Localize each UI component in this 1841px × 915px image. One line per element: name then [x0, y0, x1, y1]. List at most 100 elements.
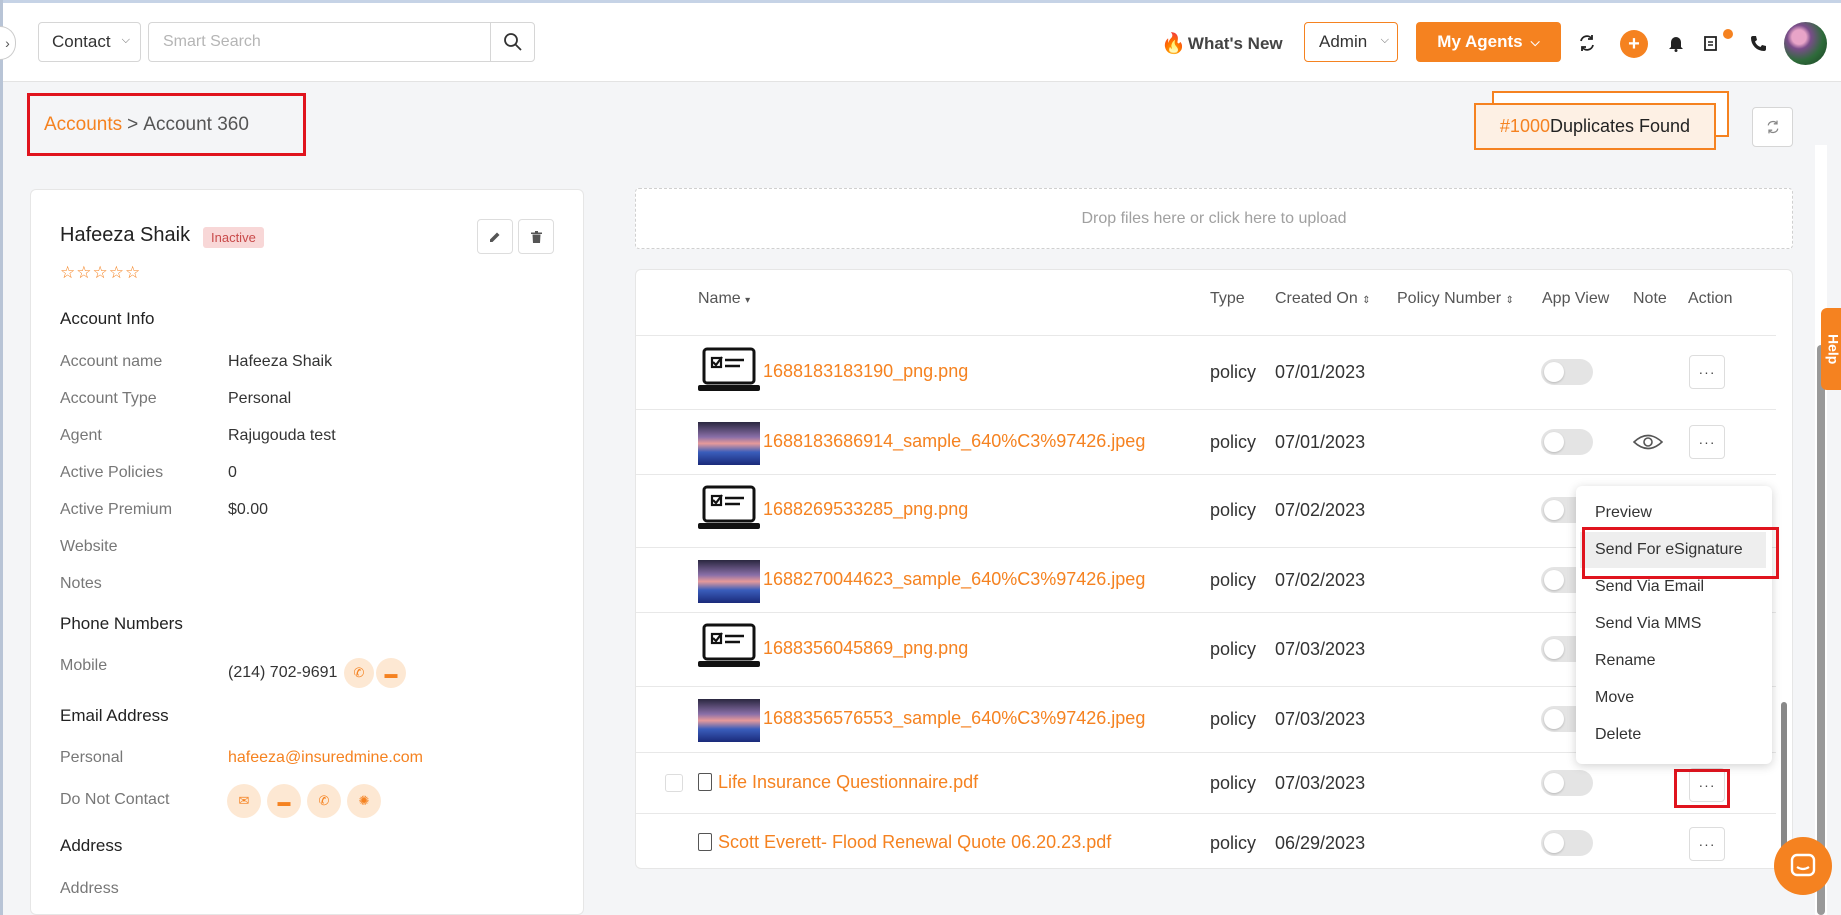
value-mobile: (214) 702-9691: [228, 664, 338, 681]
rating-stars[interactable]: ☆☆☆☆☆: [60, 263, 141, 283]
sort-icon: ⇕: [1362, 295, 1371, 306]
breadcrumb-separator: >: [127, 113, 139, 135]
file-name-link[interactable]: 1688269533285_png.png: [763, 499, 968, 520]
note-eye-icon[interactable]: [1632, 433, 1664, 456]
duplicates-count: #1000: [1499, 116, 1550, 136]
section-account-info: Account Info: [60, 309, 155, 328]
chevron-down-icon: ⌵: [1530, 34, 1540, 49]
sort-down-icon: ▾: [745, 295, 751, 306]
chat-launcher-button[interactable]: [1774, 837, 1832, 895]
chevron-down-icon: ⌵: [121, 34, 130, 46]
file-created-date: 07/01/2023: [1275, 432, 1366, 452]
col-header-policy-number[interactable]: Policy Number ⇕: [1397, 290, 1514, 308]
edit-button[interactable]: [477, 219, 513, 254]
image-thumbnail: [698, 422, 760, 465]
file-created-date: 06/29/2023: [1275, 833, 1366, 853]
pdf-file-icon: [698, 833, 712, 851]
value-active-premium: $0.00: [228, 501, 269, 518]
file-type: policy: [1210, 432, 1257, 452]
smart-search-input[interactable]: [148, 22, 491, 62]
page-scrollbar-thumb[interactable]: [1817, 345, 1825, 915]
app-view-toggle[interactable]: [1541, 770, 1593, 796]
menu-item-preview[interactable]: Preview: [1595, 504, 1652, 522]
menu-item-move[interactable]: Move: [1595, 689, 1634, 707]
row-select-checkbox[interactable]: [665, 774, 683, 792]
file-name-link[interactable]: 1688270044623_sample_640%C3%97426.jpeg: [763, 569, 1145, 590]
file-type: policy: [1210, 570, 1257, 590]
pdf-file-icon: [698, 773, 712, 791]
user-avatar[interactable]: [1784, 22, 1827, 65]
contact-type-select[interactable]: Contact ⌵: [38, 22, 141, 62]
file-name-link[interactable]: 1688356576553_sample_640%C3%97426.jpeg: [763, 708, 1145, 729]
app-view-toggle[interactable]: [1541, 830, 1593, 856]
sync-icon[interactable]: [1575, 31, 1599, 55]
duplicates-label: Duplicates Found: [1549, 116, 1691, 136]
value-agent: Rajugouda test: [228, 427, 336, 444]
label-website: Website: [60, 538, 118, 555]
trash-icon: [530, 230, 542, 243]
help-tab-label: Help: [1825, 333, 1841, 365]
laptop-thumbnail-icon: [698, 485, 760, 533]
notification-dot: [1723, 29, 1733, 39]
dnc-email-icon[interactable]: ✉: [227, 784, 261, 818]
file-type: policy: [1210, 362, 1257, 382]
file-name-link[interactable]: 1688356045869_png.png: [763, 638, 968, 659]
menu-item-send-mms[interactable]: Send Via MMS: [1595, 615, 1701, 633]
col-header-note: Note: [1633, 290, 1667, 307]
file-name-link[interactable]: Life Insurance Questionnaire.pdf: [718, 772, 978, 793]
duplicates-found-button[interactable]: #1000 Duplicates Found: [1474, 103, 1716, 150]
value-active-policies: 0: [228, 464, 237, 481]
whats-new-link[interactable]: 🔥 What's New: [1161, 31, 1283, 56]
file-created-date: 07/01/2023: [1275, 362, 1366, 382]
flame-icon: 🔥: [1161, 33, 1186, 55]
file-created-date: 07/02/2023: [1275, 500, 1366, 520]
help-tab[interactable]: Help: [1821, 308, 1841, 390]
dnc-all-icon[interactable]: ✺: [347, 784, 381, 818]
sms-mobile-icon[interactable]: ▬: [376, 658, 406, 688]
row-action-menu-button[interactable]: ···: [1689, 355, 1725, 389]
add-plus-icon[interactable]: +: [1620, 30, 1648, 58]
image-thumbnail: [698, 699, 760, 742]
col-header-type: Type: [1210, 290, 1245, 307]
account-info-panel: Hafeeza Shaik Inactive ☆☆☆☆☆ Account Inf…: [30, 189, 584, 915]
table-scrollbar-thumb[interactable]: [1781, 702, 1787, 862]
menu-item-send-email[interactable]: Send Via Email: [1595, 578, 1704, 596]
col-header-app-view: App View: [1542, 290, 1610, 307]
label-do-not-contact: Do Not Contact: [60, 791, 170, 808]
dnc-sms-icon[interactable]: ▬: [267, 784, 301, 818]
whats-new-label: What's New: [1187, 33, 1283, 53]
file-name-link[interactable]: Scott Everett- Flood Renewal Quote 06.20…: [718, 832, 1111, 853]
tasks-icon[interactable]: [1700, 31, 1724, 55]
col-header-action: Action: [1688, 290, 1733, 307]
call-mobile-icon[interactable]: ✆: [344, 658, 374, 688]
status-badge: Inactive: [203, 227, 264, 248]
search-icon: [503, 33, 522, 51]
delete-button[interactable]: [518, 219, 554, 254]
col-header-created-on[interactable]: Created On ⇕: [1275, 290, 1371, 308]
row-action-menu-button[interactable]: ···: [1689, 827, 1725, 861]
dnc-phone-icon[interactable]: ✆: [307, 784, 341, 818]
label-mobile: Mobile: [60, 657, 108, 674]
menu-item-delete[interactable]: Delete: [1595, 726, 1641, 744]
pencil-icon: [490, 232, 500, 242]
value-personal-email[interactable]: hafeeza@insuredmine.com: [228, 749, 423, 767]
left-edge: [0, 0, 3, 915]
admin-select[interactable]: Admin ⌵: [1304, 22, 1398, 62]
phone-icon[interactable]: [1746, 31, 1770, 55]
breadcrumb-accounts-link[interactable]: Accounts: [44, 114, 122, 136]
row-action-menu-button[interactable]: ···: [1689, 425, 1725, 459]
menu-item-rename[interactable]: Rename: [1595, 652, 1655, 670]
file-name-link[interactable]: 1688183686914_sample_640%C3%97426.jpeg: [763, 431, 1145, 452]
bell-icon[interactable]: [1664, 31, 1688, 55]
app-view-toggle[interactable]: [1541, 429, 1593, 455]
col-header-name[interactable]: Name ▾: [698, 290, 750, 308]
breadcrumb: Accounts > Account 360: [27, 93, 306, 156]
refresh-button[interactable]: [1752, 107, 1793, 147]
file-dropzone[interactable]: Drop files here or click here to upload: [635, 188, 1793, 249]
file-name-link[interactable]: 1688183183190_png.png: [763, 361, 968, 382]
my-agents-button[interactable]: My Agents ⌵: [1416, 22, 1561, 62]
search-button[interactable]: [490, 22, 535, 62]
label-active-premium: Active Premium: [60, 501, 173, 518]
section-phone-numbers: Phone Numbers: [60, 614, 183, 633]
app-view-toggle[interactable]: [1541, 359, 1593, 385]
